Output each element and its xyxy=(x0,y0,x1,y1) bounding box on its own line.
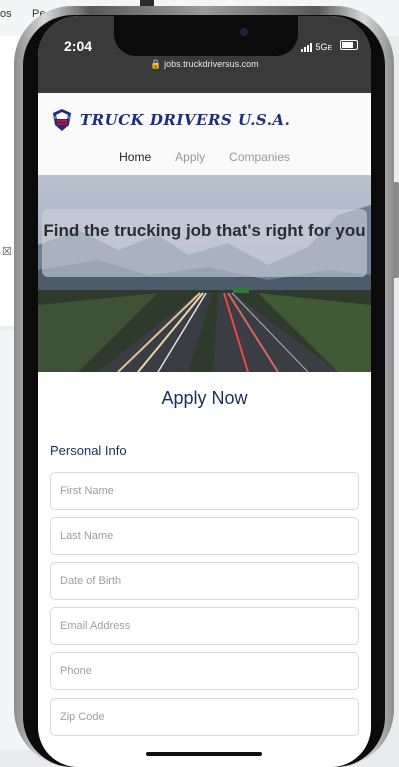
brand-name: TRUCK DRIVERS U.S.A. xyxy=(80,111,291,129)
nav-home-link[interactable]: Home xyxy=(119,150,151,164)
background-tab-label: os xyxy=(0,8,12,20)
hero-title: Find the trucking job that's right for y… xyxy=(43,221,366,240)
email-field xyxy=(50,607,359,645)
phone-input[interactable] xyxy=(51,653,358,689)
site-logo[interactable]: TRUCK DRIVERS U.S.A. xyxy=(50,108,290,132)
hero-section: Find the trucking job that's right for y… xyxy=(38,175,371,372)
side-button xyxy=(393,182,399,278)
background-close-icon: ☒ xyxy=(2,246,12,258)
apply-now-heading: Apply Now xyxy=(161,388,248,408)
date-of-birth-input[interactable] xyxy=(51,563,358,599)
url-text: jobs.truckdriversus.com xyxy=(164,59,259,69)
status-time: 2:04 xyxy=(64,38,93,54)
battery-icon xyxy=(340,40,358,50)
phone-screen: 2:04 5GE 🔒 jobs.truckdriversus.com TRUCK… xyxy=(38,16,371,767)
eagle-badge-icon xyxy=(52,109,72,131)
home-indicator[interactable] xyxy=(146,752,262,756)
signal-indicator: 5GE xyxy=(301,42,332,52)
nav-apply-link[interactable]: Apply xyxy=(175,150,205,164)
last-name-field xyxy=(50,517,359,555)
first-name-field xyxy=(50,472,359,510)
signal-bars-icon xyxy=(301,42,313,52)
network-suffix: E xyxy=(327,45,333,52)
phone-field xyxy=(50,652,359,690)
first-name-input[interactable] xyxy=(51,473,358,509)
personal-info-heading: Personal Info xyxy=(50,443,127,458)
date-of-birth-field xyxy=(50,562,359,600)
email-input[interactable] xyxy=(51,608,358,644)
last-name-input[interactable] xyxy=(51,518,358,554)
nav-companies-link[interactable]: Companies xyxy=(229,150,290,164)
site-nav: Home Apply Companies xyxy=(38,150,371,164)
notch xyxy=(114,16,298,56)
site-header: TRUCK DRIVERS U.S.A. Home Apply Companie… xyxy=(38,93,371,175)
status-bar: 2:04 5GE 🔒 jobs.truckdriversus.com xyxy=(38,16,371,93)
address-bar[interactable]: 🔒 jobs.truckdriversus.com xyxy=(38,59,371,70)
lock-icon: 🔒 xyxy=(150,59,162,69)
zip-code-input[interactable] xyxy=(51,699,358,735)
front-camera-icon xyxy=(240,28,248,36)
network-type: 5G xyxy=(315,42,328,52)
zip-code-field xyxy=(50,698,359,736)
